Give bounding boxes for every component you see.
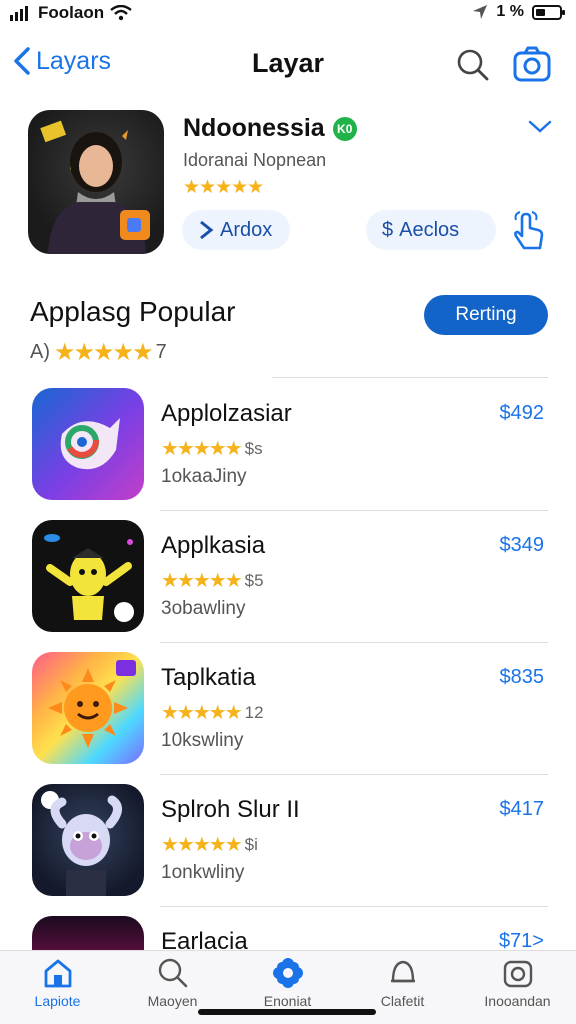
app-subtitle: 3obawliny (161, 598, 246, 619)
nav-bar: Layars Layar (0, 40, 576, 94)
back-label: Layars (36, 46, 112, 75)
featured-app-name: Ndoonessia K0 (183, 114, 357, 143)
tab-label: Maoyen (147, 993, 198, 1009)
app-rating: ★★★★★ $s (161, 436, 263, 461)
app-price[interactable]: $349 (500, 534, 545, 557)
list-item[interactable]: Applolzasiar ★★★★★ $s 1okaaJiny $492 (0, 386, 576, 517)
section-rating: A) ★★★★★ 7 (30, 338, 167, 367)
section-rating-count: 7 (155, 341, 167, 363)
expand-button[interactable] (528, 118, 552, 139)
app-icon (32, 520, 144, 632)
chevron-left-icon (14, 47, 30, 75)
app-rating-count: $s (244, 438, 263, 458)
app-rating-count: $5 (244, 570, 264, 590)
back-button[interactable]: Layars (12, 46, 111, 76)
tab-label: Inooandan (484, 993, 551, 1009)
camera-icon (513, 46, 551, 82)
wifi-icon (110, 5, 132, 21)
tap-gesture-button[interactable] (508, 210, 548, 257)
app-subtitle: 1okaaJiny (161, 466, 247, 487)
row-divider (160, 906, 548, 907)
search-icon (457, 49, 489, 81)
featured-app-title: Ndoonessia (183, 114, 325, 142)
flower-icon (272, 958, 303, 988)
section-action-button[interactable]: Rerting (424, 295, 548, 335)
app-rating-stars: ★★★★★ (161, 570, 243, 592)
app-icon (32, 388, 144, 500)
tab-label: Enoniat (263, 993, 312, 1009)
app-rating: ★★★★★ 12 (161, 700, 264, 725)
featured-app-subtitle: Idoranai Nopnean (183, 150, 327, 170)
search-button[interactable] (456, 48, 490, 87)
tab-clafetit[interactable]: Clafetit (345, 957, 460, 1009)
featured-stars-filled: ★★★★★ (183, 177, 264, 198)
app-rating: ★★★★★ $5 (161, 568, 264, 593)
search-icon (158, 958, 187, 988)
tab-inooandan[interactable]: Inooandan (460, 957, 575, 1009)
carrier-name: Foolaon (38, 3, 105, 22)
row-divider (160, 642, 548, 643)
section-divider (272, 377, 548, 378)
status-left: Foolaon (10, 3, 132, 23)
featured-action-left-label: Ardox (220, 218, 273, 241)
featured-action-right-label: Aeclos (399, 218, 460, 241)
location-icon (473, 5, 488, 19)
app-rating-stars: ★★★★★ (161, 438, 243, 460)
home-icon (44, 959, 71, 988)
featured-app-card: Ndoonessia K0 Idoranai Nopnean ★★★★★ Ard… (0, 106, 576, 256)
app-name: Applkasia (161, 532, 266, 559)
row-divider (160, 510, 548, 511)
app-icon (32, 784, 144, 896)
list-item[interactable]: Taplkatia ★★★★★ 12 10kswliny $835 (0, 650, 576, 781)
app-rating-stars: ★★★★★ (161, 702, 243, 724)
app-rating: ★★★★★ $i (161, 832, 258, 857)
camera-icon (503, 960, 532, 988)
app-price[interactable]: $492 (500, 402, 545, 425)
row-divider (160, 774, 548, 775)
battery-text: 1 % (496, 3, 524, 20)
featured-action-left-button[interactable]: Ardox (182, 210, 290, 250)
app-rating-count: 12 (244, 702, 264, 722)
hand-tap-icon (514, 211, 544, 250)
tab-lapiote[interactable]: Lapiote (0, 957, 115, 1009)
tab-maoyen[interactable]: Maoyen (115, 957, 230, 1009)
bell-icon (390, 960, 415, 983)
app-price[interactable]: $835 (500, 666, 545, 689)
tab-label: Clafetit (380, 993, 425, 1009)
list-item[interactable]: Applkasia ★★★★★ $5 3obawliny $349 (0, 518, 576, 649)
app-name: Splroh Slur II (161, 796, 300, 823)
list-item[interactable]: Splroh Slur II ★★★★★ $i 1onkwliny $417 (0, 782, 576, 913)
app-subtitle: 10kswliny (161, 730, 244, 751)
chevron-down-icon (528, 120, 552, 133)
featured-app-icon[interactable] (28, 110, 164, 254)
featured-action-right-button[interactable]: $ Aeclos (366, 210, 496, 250)
app-icon (32, 652, 144, 764)
signal-icon (10, 6, 28, 21)
app-name: Applolzasiar (161, 400, 292, 427)
camera-button[interactable] (513, 46, 551, 87)
tab-label: Lapiote (34, 993, 81, 1009)
status-right: 1 % (472, 3, 565, 21)
section-title: Applasg Popular (30, 296, 236, 327)
section-rating-prefix: A) (30, 341, 50, 363)
status-bar: Foolaon 1 % (0, 0, 576, 28)
featured-app-rating: ★★★★★ (183, 176, 264, 199)
app-rating-stars: ★★★★★ (161, 834, 243, 856)
battery-icon (532, 4, 565, 20)
chevron-right-icon (200, 220, 214, 240)
app-rating-count: $i (244, 834, 258, 854)
section-rating-stars: ★★★★★ (54, 339, 154, 366)
tab-enoniat[interactable]: Enoniat (230, 957, 345, 1009)
app-price[interactable]: $417 (500, 798, 545, 821)
home-indicator (198, 1009, 376, 1015)
app-subtitle: 1onkwliny (161, 862, 245, 883)
verified-badge-icon: K0 (332, 116, 357, 141)
app-name: Taplkatia (161, 664, 256, 691)
dollar-icon: $ (382, 218, 394, 241)
